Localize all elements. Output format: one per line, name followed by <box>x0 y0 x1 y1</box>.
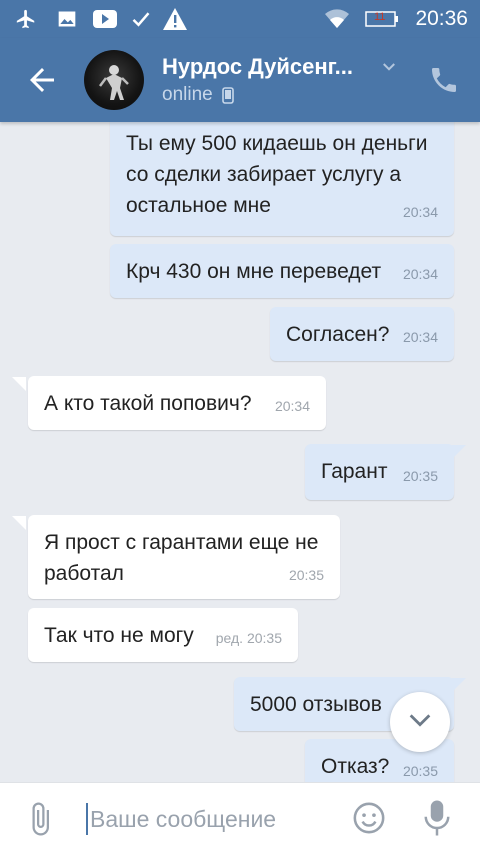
airplane-icon <box>14 8 38 30</box>
status-bar: 11 20:36 <box>0 0 480 38</box>
avatar[interactable] <box>84 50 144 110</box>
warning-icon <box>162 8 188 30</box>
microphone-icon[interactable] <box>422 799 452 837</box>
chevron-down-icon <box>406 706 434 739</box>
message-input[interactable] <box>90 803 330 835</box>
bubble-tail <box>452 445 466 459</box>
emoji-icon[interactable] <box>352 801 386 835</box>
chat-header: Нурдос Дуйсенг... online <box>0 38 480 122</box>
status-time: 20:36 <box>415 7 468 30</box>
message-bubble-incoming[interactable]: Я прост с гарантами еще не работал 20:35 <box>28 515 340 599</box>
message-text: Крч 430 он мне переведет <box>126 260 382 283</box>
youtube-icon <box>92 8 118 30</box>
contact-status: online <box>162 84 213 105</box>
message-time: ред. 20:35 <box>215 630 282 646</box>
message-list[interactable]: Ты ему 500 кидаешь он деньги со сделки з… <box>0 122 480 782</box>
message-time: 20:35 <box>402 763 438 779</box>
contact-name[interactable]: Нурдос Дуйсенг... <box>162 54 353 80</box>
back-arrow-icon[interactable] <box>24 62 60 98</box>
message-bubble-outgoing[interactable]: Крч 430 он мне переведет 20:34 <box>110 244 454 298</box>
message-time: 20:34 <box>274 398 310 414</box>
message-time: 20:34 <box>402 204 438 220</box>
text-cursor <box>86 803 88 835</box>
bubble-tail <box>452 678 466 692</box>
message-bubble-incoming[interactable]: А кто такой попович? 20:34 <box>28 376 326 430</box>
bubble-tail <box>12 377 26 391</box>
wifi-icon <box>324 8 350 30</box>
scroll-down-button[interactable] <box>390 692 450 752</box>
message-time: 20:35 <box>402 468 438 484</box>
battery-level: 11 <box>374 11 386 23</box>
message-text: Гарант <box>321 460 388 483</box>
check-icon <box>130 8 152 30</box>
message-time: 20:35 <box>288 567 324 583</box>
paperclip-icon[interactable] <box>22 801 58 837</box>
message-text: А кто такой попович? <box>44 392 252 415</box>
message-text: Согласен? <box>286 323 390 346</box>
mobile-icon <box>222 87 234 104</box>
image-icon <box>56 8 78 30</box>
message-composer <box>0 782 480 854</box>
message-text: Я прост с гарантами еще не работал <box>44 531 319 585</box>
message-time: 20:34 <box>402 266 438 282</box>
chevron-down-icon[interactable] <box>380 58 398 76</box>
message-bubble-outgoing[interactable]: Согласен? 20:34 <box>270 307 454 361</box>
message-text: Отказ? <box>321 755 390 778</box>
message-bubble-incoming[interactable]: Так что не могу ред. 20:35 <box>28 608 298 662</box>
battery-icon: 11 <box>364 8 400 30</box>
message-bubble-outgoing[interactable]: Ты ему 500 кидаешь он деньги со сделки з… <box>110 122 454 236</box>
message-text: Так что не могу <box>44 624 194 647</box>
phone-icon[interactable] <box>428 64 460 96</box>
message-time: 20:34 <box>402 329 438 345</box>
bubble-tail <box>12 516 26 530</box>
message-bubble-outgoing[interactable]: Гарант 20:35 <box>305 444 454 500</box>
message-text: Ты ему 500 кидаешь он деньги со сделки з… <box>126 132 428 217</box>
message-text: 5000 отзывов <box>250 693 382 716</box>
